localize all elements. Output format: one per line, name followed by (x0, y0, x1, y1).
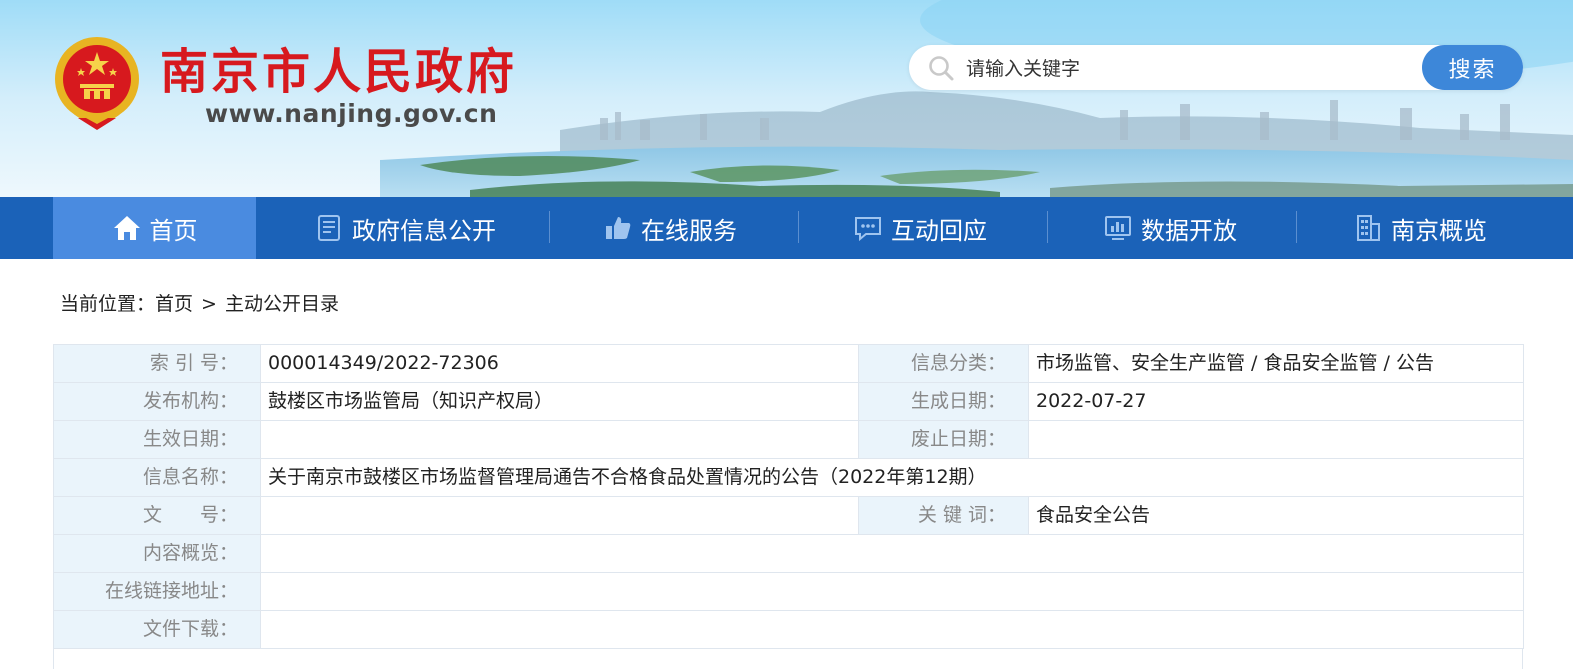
header-banner: 南京市人民政府 www.nanjing.gov.cn 搜索 (0, 0, 1573, 197)
breadcrumb-separator: > (201, 293, 217, 315)
table-row: 发布机构： 鼓楼区市场监管局（知识产权局） 生成日期： 2022-07-27 (53, 382, 1524, 421)
nav-divider (1047, 211, 1048, 243)
nav-item-online-service[interactable]: 在线服务 (560, 197, 780, 259)
search-input[interactable] (964, 45, 1408, 92)
national-emblem-icon (55, 37, 139, 130)
table-row: 生效日期： 废止日期： (53, 420, 1524, 459)
bar-chart-icon (1105, 216, 1131, 240)
expiry-date-value (1028, 420, 1524, 459)
info-title-value: 关于南京市鼓楼区市场监督管理局通告不合格食品处置情况的公告（2022年第12期） (260, 458, 1524, 497)
nav-item-label: 南京概览 (1391, 216, 1487, 245)
table-row: 索 引 号： 000014349/2022-72306 信息分类： 市场监管、安… (53, 344, 1524, 383)
table-row: 文件下载： (53, 610, 1524, 649)
file-download-value[interactable] (260, 610, 1524, 649)
keywords-value: 食品安全公告 (1028, 496, 1524, 535)
table-row: 文 号： 关 键 词： 食品安全公告 (53, 496, 1524, 535)
nav-item-gov-info[interactable]: 政府信息公开 (280, 197, 530, 259)
nav-item-nanjing-overview[interactable]: 南京概览 (1310, 197, 1530, 259)
building-icon (1357, 215, 1380, 241)
table-row: 内容概览： (53, 534, 1524, 573)
publisher-value: 鼓楼区市场监管局（知识产权局） (260, 382, 859, 421)
nav-item-home[interactable]: 首页 (53, 197, 256, 259)
doc-no-value (260, 496, 859, 535)
online-link-label: 在线链接地址： (53, 572, 261, 611)
main-nav: 首页 政府信息公开 在线服务 互动回应 数据开放 南京概览 (0, 197, 1573, 259)
article-content-box (53, 648, 1523, 669)
thumbs-up-icon (606, 217, 631, 239)
nav-item-label: 政府信息公开 (352, 216, 496, 245)
nav-item-interaction[interactable]: 互动回应 (810, 197, 1030, 259)
category-label: 信息分类： (858, 344, 1029, 383)
nav-item-label: 在线服务 (641, 216, 737, 245)
expiry-date-label: 废止日期： (858, 420, 1029, 459)
breadcrumb-current-link[interactable]: 主动公开目录 (225, 289, 339, 316)
search-button[interactable]: 搜索 (1422, 45, 1523, 90)
index-no-value: 000014349/2022-72306 (260, 344, 859, 383)
chat-icon (855, 217, 881, 242)
search-bar: 搜索 (909, 45, 1523, 92)
site-url: www.nanjing.gov.cn (205, 99, 498, 128)
effective-date-label: 生效日期： (53, 420, 261, 459)
created-date-label: 生成日期： (858, 382, 1029, 421)
index-no-label: 索 引 号： (53, 344, 261, 383)
nav-item-label: 数据开放 (1141, 216, 1237, 245)
nav-divider (549, 211, 550, 243)
summary-value (260, 534, 1524, 573)
publisher-label: 发布机构： (53, 382, 261, 421)
nav-item-open-data[interactable]: 数据开放 (1060, 197, 1280, 259)
nav-divider (798, 211, 799, 243)
online-link-value[interactable] (260, 572, 1524, 611)
table-row: 在线链接地址： (53, 572, 1524, 611)
file-download-label: 文件下载： (53, 610, 261, 649)
home-icon (113, 216, 140, 240)
search-icon (929, 56, 954, 81)
category-value: 市场监管、安全生产监管 / 食品安全监管 / 公告 (1028, 344, 1524, 383)
doc-no-label: 文 号： (53, 496, 261, 535)
nav-divider (1296, 211, 1297, 243)
info-metadata-table: 索 引 号： 000014349/2022-72306 信息分类： 市场监管、安… (53, 344, 1524, 649)
table-row: 信息名称： 关于南京市鼓楼区市场监督管理局通告不合格食品处置情况的公告（2022… (53, 458, 1524, 497)
nav-item-label: 首页 (149, 216, 198, 245)
keywords-label: 关 键 词： (858, 496, 1029, 535)
breadcrumb: 当前位置：首页 > 主动公开目录 (60, 289, 339, 316)
nav-item-label: 互动回应 (891, 216, 987, 245)
breadcrumb-prefix: 当前位置： (60, 293, 156, 315)
breadcrumb-home-link[interactable]: 首页 (155, 289, 193, 316)
document-icon (318, 215, 340, 241)
info-title-label: 信息名称： (53, 458, 261, 497)
site-title: 南京市人民政府 (160, 44, 518, 100)
effective-date-value (260, 420, 859, 459)
created-date-value: 2022-07-27 (1028, 382, 1524, 421)
summary-label: 内容概览： (53, 534, 261, 573)
